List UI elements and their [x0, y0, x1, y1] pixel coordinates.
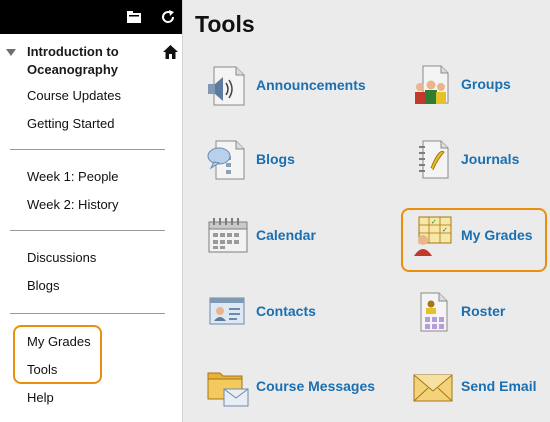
refresh-icon[interactable]	[160, 9, 176, 25]
contacts-icon	[209, 297, 245, 325]
tool-roster[interactable]: Roster	[411, 290, 541, 336]
collapse-arrow-icon[interactable]	[6, 49, 16, 56]
highlight-box	[13, 325, 102, 384]
menu-item-help[interactable]: Help	[27, 390, 54, 406]
menu-item-blogs[interactable]: Blogs	[27, 278, 60, 294]
tool-groups[interactable]: Groups	[411, 63, 541, 109]
tool-label: Blogs	[256, 151, 295, 167]
tools-page: Tools Announcements Blogs Calendar Conta…	[184, 0, 550, 422]
menu-divider	[10, 230, 165, 231]
tool-label: Course Messages	[256, 378, 376, 394]
course-header: Introduction to Oceanography	[0, 40, 183, 80]
blogs-icon	[207, 140, 245, 180]
course-messages-icon	[207, 372, 249, 407]
tool-label: Announcements	[256, 77, 366, 93]
tool-blogs[interactable]: Blogs	[206, 138, 386, 184]
tool-label: Contacts	[256, 303, 316, 319]
send-email-icon	[413, 374, 453, 402]
menu-item-getting-started[interactable]: Getting Started	[27, 116, 114, 132]
tool-calendar[interactable]: Calendar	[206, 214, 386, 260]
tool-journals[interactable]: Journals	[411, 138, 541, 184]
course-title[interactable]: Introduction to Oceanography	[27, 43, 157, 79]
menu-item-week-1[interactable]: Week 1: People	[27, 169, 119, 185]
tool-send-email[interactable]: Send Email	[411, 365, 541, 411]
home-icon[interactable]	[163, 45, 178, 59]
calendar-icon	[208, 218, 248, 253]
menu-item-course-updates[interactable]: Course Updates	[27, 88, 121, 104]
journals-icon	[419, 140, 449, 179]
menu-item-week-2[interactable]: Week 2: History	[27, 197, 119, 213]
tool-contacts[interactable]: Contacts	[206, 290, 386, 336]
highlight-box	[401, 208, 547, 272]
course-menu: Introduction to Oceanography Course Upda…	[0, 0, 183, 422]
roster-icon	[420, 292, 448, 332]
announcements-icon	[208, 66, 245, 106]
menu-divider	[10, 313, 165, 314]
tool-label: Journals	[461, 151, 520, 167]
tool-label: Send Email	[461, 378, 537, 394]
page-title: Tools	[195, 11, 255, 37]
tool-announcements[interactable]: Announcements	[206, 64, 386, 110]
course-menu-toolbar	[0, 0, 182, 34]
menu-divider	[10, 149, 165, 150]
tool-course-messages[interactable]: Course Messages	[206, 365, 386, 411]
groups-icon	[415, 65, 449, 104]
tool-label: Roster	[461, 303, 506, 319]
tool-label: Groups	[461, 76, 511, 92]
menu-item-discussions[interactable]: Discussions	[27, 250, 96, 266]
tool-label: Calendar	[256, 227, 316, 243]
folder-view-icon[interactable]	[126, 9, 142, 25]
